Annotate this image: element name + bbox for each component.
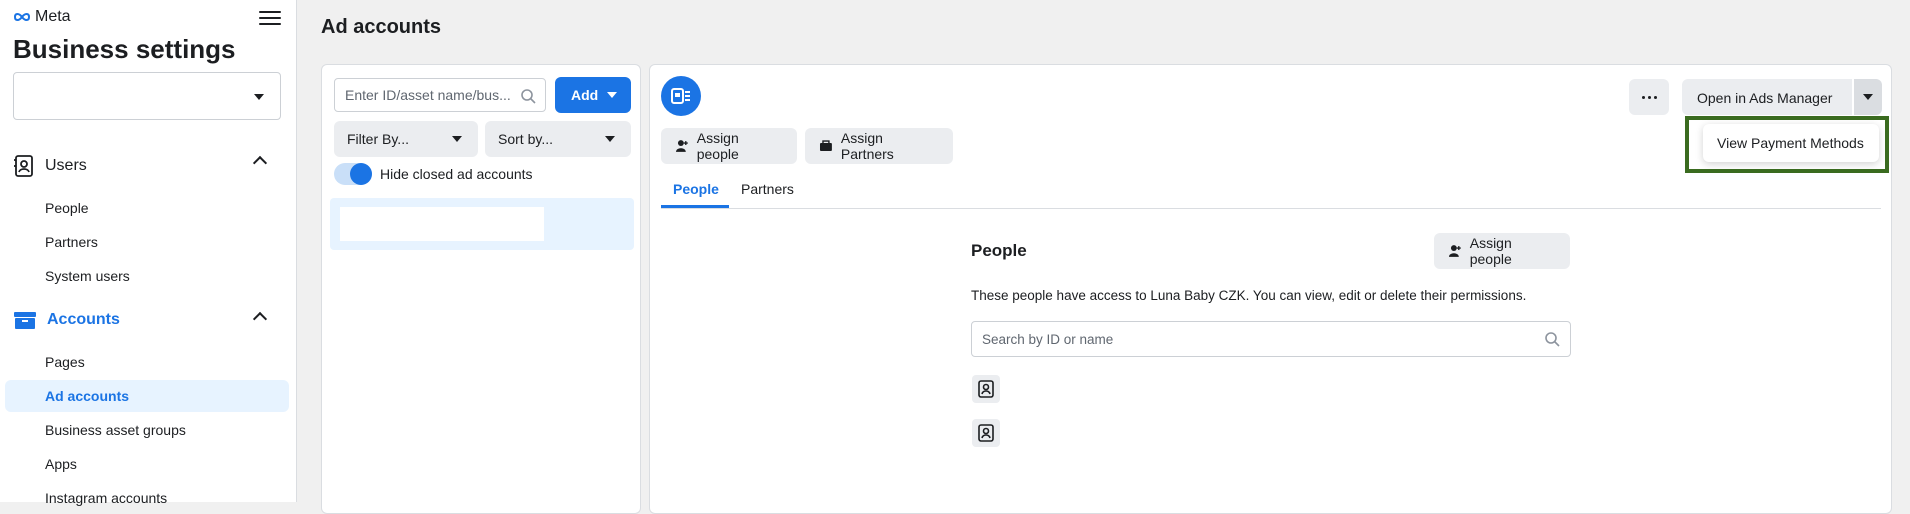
ads-manager-dropdown-menu: View Payment Methods bbox=[1703, 124, 1879, 162]
assign-people-label: Assign people bbox=[1469, 235, 1512, 267]
sidebar-item-partners[interactable]: Partners bbox=[45, 234, 98, 250]
chevron-down-icon bbox=[254, 94, 264, 100]
filter-by-label: Filter By... bbox=[347, 131, 409, 147]
chevron-down-icon bbox=[605, 136, 615, 142]
chevron-down-icon bbox=[607, 92, 617, 98]
chevron-down-icon bbox=[452, 136, 462, 142]
more-options-button[interactable] bbox=[1629, 79, 1669, 115]
sort-by-dropdown[interactable]: Sort by... bbox=[485, 121, 631, 157]
assign-people-label: Assign people bbox=[696, 130, 739, 162]
add-button-label: Add bbox=[571, 87, 599, 103]
people-search-placeholder: Search by ID or name bbox=[982, 332, 1114, 347]
chevron-up-icon[interactable] bbox=[252, 155, 268, 171]
user-card-icon bbox=[978, 424, 994, 442]
sidebar-item-people[interactable]: People bbox=[45, 200, 89, 216]
sidebar-section-users[interactable]: Users bbox=[13, 154, 268, 178]
add-button[interactable]: Add bbox=[555, 77, 631, 113]
asset-search-placeholder: Enter ID/asset name/bus... bbox=[345, 87, 511, 103]
sidebar: Meta Business settings Users People Part… bbox=[0, 0, 297, 506]
ad-accounts-list-panel: Enter ID/asset name/bus... Add Filter By… bbox=[321, 64, 641, 514]
add-person-icon bbox=[1448, 245, 1461, 257]
menu-icon[interactable] bbox=[259, 8, 281, 28]
asset-search-input[interactable]: Enter ID/asset name/bus... bbox=[334, 78, 546, 112]
list-item[interactable] bbox=[330, 198, 634, 250]
page-title: Ad accounts bbox=[321, 16, 442, 38]
ad-account-detail-panel: Assign people Assign Partners People Par… bbox=[649, 64, 1892, 514]
ad-account-avatar bbox=[661, 76, 701, 116]
assign-people-button[interactable]: Assign people bbox=[661, 128, 797, 164]
business-select[interactable] bbox=[13, 72, 281, 120]
meta-infinity-icon bbox=[13, 13, 31, 21]
search-icon bbox=[521, 89, 536, 104]
active-tab-indicator bbox=[661, 205, 729, 208]
ad-account-icon bbox=[671, 88, 690, 104]
sidebar-section-accounts[interactable]: Accounts bbox=[13, 310, 268, 330]
sidebar-title: Business settings bbox=[13, 34, 236, 64]
open-in-ads-manager-button[interactable]: Open in Ads Manager bbox=[1682, 79, 1852, 115]
assign-people-button[interactable]: Assign people bbox=[1434, 233, 1570, 269]
assign-partners-button[interactable]: Assign Partners bbox=[805, 128, 953, 164]
people-description: These people have access to Luna Baby CZ… bbox=[971, 288, 1527, 303]
list-item-name-placeholder bbox=[340, 207, 544, 241]
search-icon bbox=[1545, 332, 1560, 347]
hide-closed-toggle-row: Hide closed ad accounts bbox=[334, 163, 533, 185]
users-icon bbox=[14, 155, 33, 177]
ads-manager-dropdown-toggle[interactable] bbox=[1854, 79, 1882, 115]
person-avatar-icon bbox=[972, 375, 1000, 403]
briefcase-icon bbox=[14, 312, 36, 329]
sidebar-item-business-asset-groups[interactable]: Business asset groups bbox=[45, 422, 186, 438]
people-section-title: People bbox=[971, 241, 1027, 260]
sidebar-section-users-label: Users bbox=[45, 157, 87, 174]
tab-partners[interactable]: Partners bbox=[741, 181, 794, 197]
filter-by-dropdown[interactable]: Filter By... bbox=[334, 121, 478, 157]
meta-logo[interactable]: Meta bbox=[13, 8, 71, 26]
more-dot-icon bbox=[1641, 95, 1645, 99]
toggle-knob bbox=[350, 163, 372, 185]
more-dot-icon bbox=[1653, 95, 1657, 99]
sort-by-label: Sort by... bbox=[498, 131, 553, 147]
people-search-input[interactable]: Search by ID or name bbox=[971, 321, 1571, 357]
user-card-icon bbox=[978, 380, 994, 398]
sidebar-item-ad-accounts[interactable]: Ad accounts bbox=[45, 388, 129, 404]
sidebar-item-pages[interactable]: Pages bbox=[45, 354, 85, 370]
briefcase-icon bbox=[819, 140, 832, 151]
detail-tabs: People Partners bbox=[661, 165, 1881, 209]
chevron-down-icon bbox=[1863, 94, 1873, 100]
assign-partners-label: Assign Partners bbox=[840, 130, 894, 162]
hide-closed-toggle[interactable] bbox=[334, 163, 372, 185]
sidebar-item-instagram-accounts[interactable]: Instagram accounts bbox=[45, 490, 167, 506]
sidebar-item-apps[interactable]: Apps bbox=[45, 456, 77, 472]
meta-brand-text: Meta bbox=[35, 8, 71, 25]
sidebar-item-system-users[interactable]: System users bbox=[45, 268, 130, 284]
sidebar-section-accounts-label: Accounts bbox=[47, 311, 120, 328]
add-person-icon bbox=[675, 140, 688, 152]
hide-closed-label: Hide closed ad accounts bbox=[380, 166, 533, 182]
tab-people[interactable]: People bbox=[673, 181, 719, 197]
chevron-up-icon[interactable] bbox=[252, 311, 268, 327]
more-dot-icon bbox=[1647, 95, 1651, 99]
person-avatar-icon bbox=[972, 419, 1000, 447]
view-payment-methods-item[interactable]: View Payment Methods bbox=[1717, 135, 1864, 151]
